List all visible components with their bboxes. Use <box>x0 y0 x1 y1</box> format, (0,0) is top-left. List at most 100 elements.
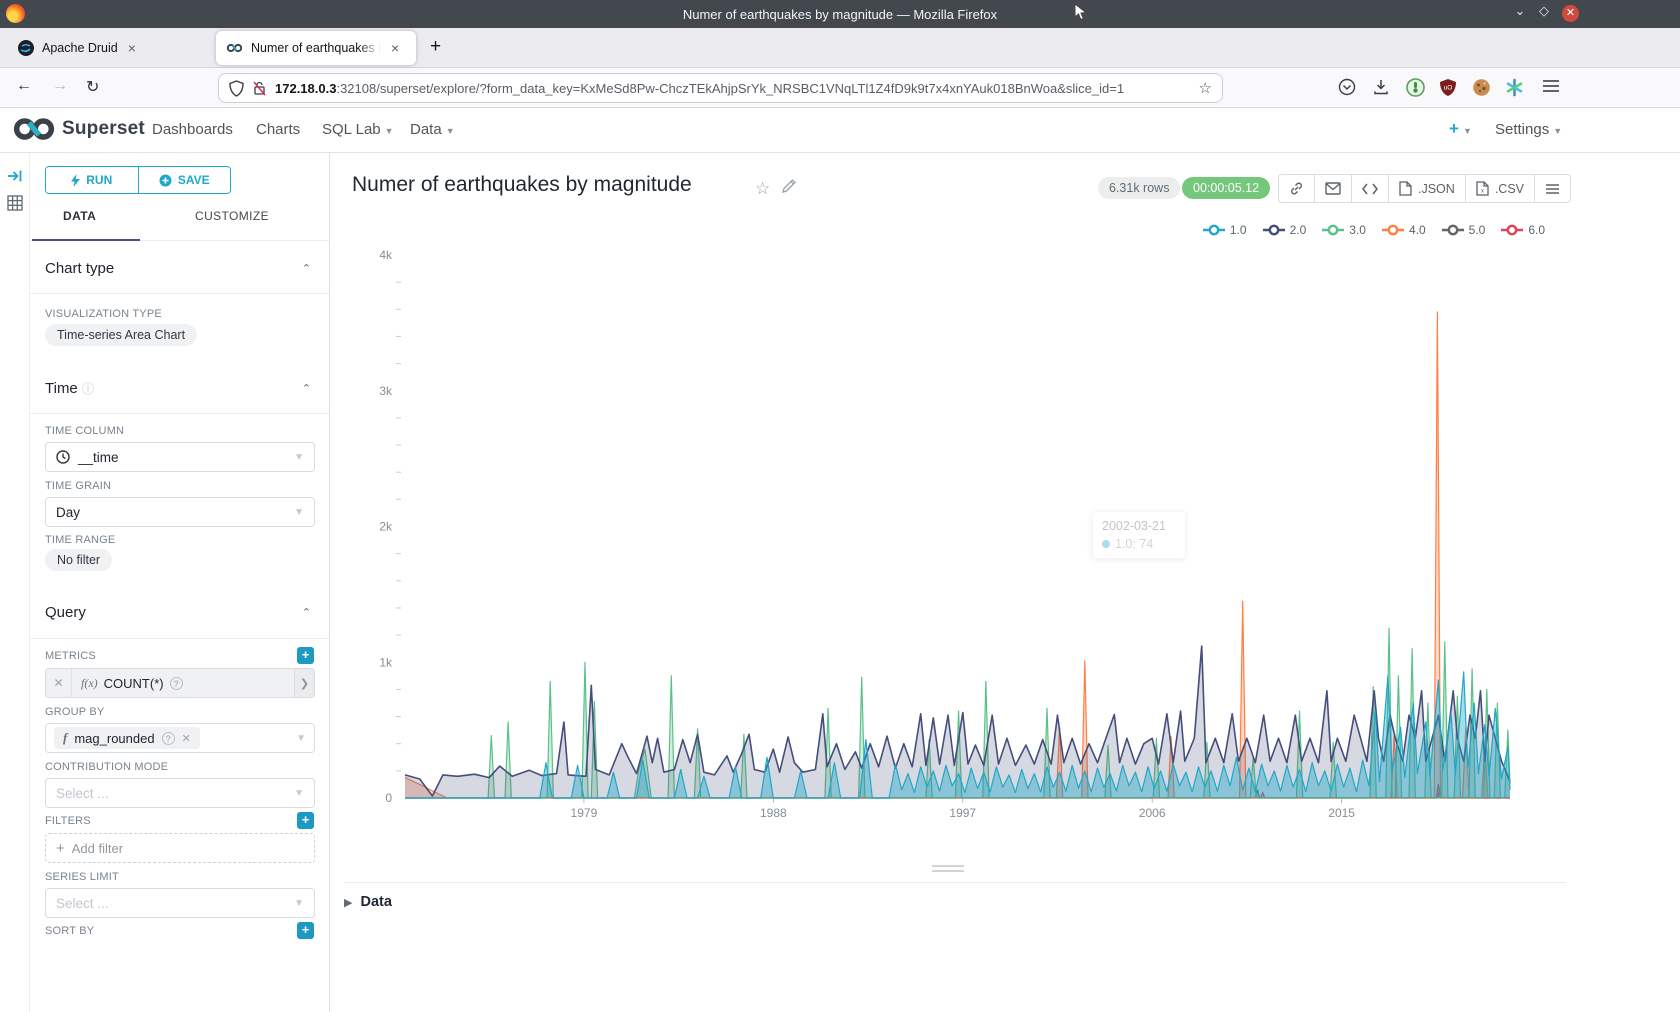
chevron-right-icon[interactable]: ❯ <box>294 669 314 697</box>
tab-apache-druid[interactable]: Apache Druid × <box>8 31 208 65</box>
nav-dashboards[interactable]: Dashboards <box>152 121 233 138</box>
tab-label: Numer of earthquakes by <box>251 41 381 55</box>
extension-green-icon[interactable] <box>1404 78 1426 98</box>
nav-settings[interactable]: Settings▼ <box>1495 121 1562 138</box>
time-grain-select[interactable]: Day▼ <box>45 497 315 527</box>
legend-item-2.0[interactable]: 2.0 <box>1263 223 1307 237</box>
remove-chip-icon[interactable]: ✕ <box>182 732 191 745</box>
add-filter-plus-button[interactable]: + <box>297 812 314 829</box>
viz-type-label: VISUALIZATION TYPE <box>45 308 162 320</box>
chevron-up-icon[interactable]: ⌃ <box>302 382 311 395</box>
chevron-down-icon: ▼ <box>446 126 455 136</box>
new-chart-plus-button[interactable]: +▼ <box>1449 119 1472 139</box>
function-icon: f <box>63 730 67 746</box>
time-column-select[interactable]: __time▼ <box>45 442 315 472</box>
superset-logo[interactable]: Superset <box>12 116 145 142</box>
window-maximize-button[interactable]: ◇ <box>1534 3 1554 19</box>
panel-tab-data[interactable]: DATA <box>63 209 96 223</box>
time-range-pill[interactable]: No filter <box>45 549 112 571</box>
chevron-down-icon: ▼ <box>294 788 304 799</box>
contribution-mode-label: CONTRIBUTION MODE <box>45 761 168 773</box>
legend-marker-icon <box>1203 224 1225 236</box>
group-by-select[interactable]: fmag_rounded?✕ ▼ <box>45 723 315 753</box>
rows-count-badge: 6.31k rows <box>1098 177 1180 199</box>
remove-metric-icon[interactable]: ✕ <box>46 669 72 697</box>
add-filter-dropzone[interactable]: +Add filter <box>45 833 315 863</box>
reload-button[interactable]: ↻ <box>86 77 99 97</box>
ublock-icon[interactable]: uO <box>1437 78 1459 98</box>
email-button[interactable] <box>1315 175 1352 202</box>
mouse-cursor <box>1074 3 1088 21</box>
series-limit-select[interactable]: Select ...▼ <box>45 888 315 918</box>
legend-item-5.0[interactable]: 5.0 <box>1442 223 1486 237</box>
section-chart-type: Chart type <box>45 260 114 277</box>
viz-type-pill[interactable]: Time-series Area Chart <box>45 324 197 346</box>
cookie-icon[interactable] <box>1470 78 1492 98</box>
screen: Numer of earthquakes by magnitude — Mozi… <box>0 0 1680 1012</box>
container-asterisk-icon[interactable] <box>1503 78 1525 98</box>
add-sort-by-button[interactable]: + <box>297 922 314 939</box>
add-metric-button[interactable]: + <box>297 647 314 664</box>
legend-label: 2.0 <box>1290 223 1307 237</box>
embed-code-button[interactable] <box>1352 175 1389 202</box>
more-options-button[interactable] <box>1535 175 1570 202</box>
panel-tab-customize[interactable]: CUSTOMIZE <box>195 209 269 223</box>
insecure-lock-icon[interactable] <box>252 80 267 96</box>
edit-title-icon[interactable] <box>782 179 796 197</box>
new-tab-button[interactable]: + <box>430 36 441 58</box>
svg-text:1k: 1k <box>379 655 393 669</box>
group-by-chip[interactable]: fmag_rounded?✕ <box>54 727 200 749</box>
datasource-grid-icon[interactable] <box>7 195 23 216</box>
expand-panel-icon[interactable] <box>7 169 23 188</box>
run-button[interactable]: RUN <box>46 167 139 193</box>
shield-icon[interactable] <box>229 80 244 97</box>
plus-icon: + <box>56 840 65 857</box>
menu-hamburger-icon[interactable] <box>1540 78 1562 98</box>
downloads-icon[interactable] <box>1370 78 1392 98</box>
legend-marker-icon <box>1263 224 1285 236</box>
svg-text:1988: 1988 <box>760 806 787 820</box>
legend-item-1.0[interactable]: 1.0 <box>1203 223 1247 237</box>
save-button[interactable]: SAVE <box>139 167 231 193</box>
nav-charts[interactable]: Charts <box>256 121 300 138</box>
filters-label: FILTERS <box>45 815 91 827</box>
legend-item-3.0[interactable]: 3.0 <box>1322 223 1366 237</box>
back-button[interactable]: ← <box>16 77 32 95</box>
legend-label: 5.0 <box>1469 223 1486 237</box>
export-csv-button[interactable]: x.CSV <box>1466 175 1535 202</box>
window-minimize-button[interactable]: ⌄ <box>1510 3 1530 19</box>
bookmark-star-icon[interactable]: ☆ <box>1199 79 1212 97</box>
tooltip-date: 2002-03-21 <box>1102 519 1176 533</box>
url-bar[interactable]: 172.18.0.3:32108/superset/explore/?form_… <box>218 73 1223 103</box>
legend-item-4.0[interactable]: 4.0 <box>1382 223 1426 237</box>
forward-button[interactable]: → <box>52 77 68 95</box>
lightning-icon <box>71 174 80 187</box>
timeseries-area-chart[interactable]: 01k2k3k4k19791988199720062015 <box>340 246 1555 821</box>
chevron-up-icon[interactable]: ⌃ <box>302 606 311 619</box>
contribution-mode-select[interactable]: Select ...▼ <box>45 778 315 808</box>
tab-close-icon[interactable]: × <box>128 40 136 56</box>
envelope-icon <box>1325 182 1341 195</box>
nav-data[interactable]: Data▼ <box>410 121 455 138</box>
divider <box>30 293 330 294</box>
chevron-up-icon[interactable]: ⌃ <box>302 262 311 275</box>
chart-actions: .JSON x.CSV <box>1278 174 1571 203</box>
chevron-down-icon: ▼ <box>294 898 304 909</box>
legend-item-6.0[interactable]: 6.0 <box>1501 223 1545 237</box>
export-json-button[interactable]: .JSON <box>1389 175 1466 202</box>
resize-handle[interactable] <box>932 865 964 872</box>
copy-link-button[interactable] <box>1279 175 1315 202</box>
info-icon: ? <box>170 677 183 690</box>
svg-text:0: 0 <box>385 791 392 805</box>
metric-item[interactable]: ✕ f(x)COUNT(*)? ❯ <box>45 668 315 698</box>
svg-text:uO: uO <box>1444 85 1453 92</box>
tab-earthquakes-chart[interactable]: Numer of earthquakes by × <box>216 31 416 65</box>
data-panel-header[interactable]: ▶ Data <box>344 882 1566 910</box>
tab-close-icon[interactable]: × <box>391 40 399 56</box>
chart-tooltip: 2002-03-21 1.0: 74 <box>1093 512 1185 558</box>
window-close-button[interactable]: ✕ <box>1562 5 1579 22</box>
nav-sql-lab[interactable]: SQL Lab▼ <box>322 121 394 138</box>
code-icon <box>1362 183 1378 195</box>
pocket-icon[interactable] <box>1336 78 1358 98</box>
favorite-star-icon[interactable]: ☆ <box>755 179 770 199</box>
